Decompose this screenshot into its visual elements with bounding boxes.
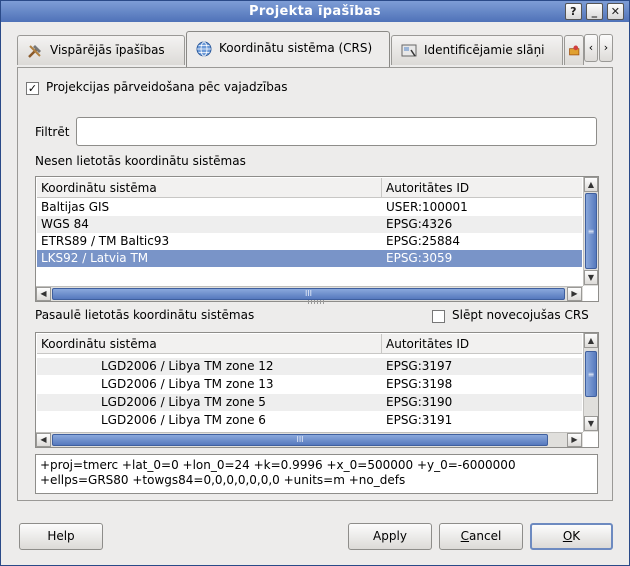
scroll-thumb[interactable]: ≡ bbox=[585, 351, 597, 397]
scroll-down-arrow[interactable]: ▼ bbox=[584, 416, 598, 431]
tab-identify-label: Identificējamie slāņi bbox=[424, 43, 545, 57]
hide-deprecated-checkbox[interactable] bbox=[432, 310, 445, 323]
project-properties-window: Projekta īpašības ? _ ✕ Vispārējās īpašī… bbox=[0, 0, 630, 566]
proj-string-line1: +proj=tmerc +lat_0=0 +lon_0=24 +k=0.9996… bbox=[40, 458, 516, 472]
column-header-authority-id[interactable]: Autoritātes ID bbox=[382, 334, 582, 354]
tab-scroll-left-button[interactable]: ‹ bbox=[584, 34, 598, 62]
ok-button[interactable]: OK bbox=[530, 523, 613, 550]
hide-deprecated-label: Slēpt novecojušas CRS bbox=[452, 308, 589, 322]
scroll-right-arrow[interactable]: ▶ bbox=[567, 287, 582, 301]
world-vertical-scrollbar[interactable]: ▲ ≡ ▼ bbox=[583, 333, 598, 432]
help-button[interactable]: Help bbox=[19, 523, 103, 550]
world-horizontal-scrollbar[interactable]: ◀ III ▶ bbox=[36, 432, 583, 447]
scroll-down-arrow[interactable]: ▼ bbox=[584, 270, 598, 285]
scroll-thumb-horizontal[interactable]: III bbox=[52, 434, 548, 446]
table-row[interactable]: ETRS89 / TM Baltic93 EPSG:25884 bbox=[37, 233, 582, 250]
column-header-authority-id[interactable]: Autoritātes ID bbox=[382, 178, 582, 198]
tab-crs-label: Koordinātu sistēma (CRS) bbox=[219, 41, 373, 55]
hammer-icon bbox=[28, 44, 41, 58]
proj-string-display: +proj=tmerc +lat_0=0 +lon_0=24 +k=0.9996… bbox=[35, 454, 598, 494]
splitter-handle[interactable] bbox=[308, 300, 324, 304]
world-crs-table: Koordinātu sistēma Autoritātes ID LGD200… bbox=[35, 332, 599, 448]
table-row[interactable]: LGD2006 / Libya TM zone 6 EPSG:3191 bbox=[37, 412, 582, 429]
on-the-fly-label: Projekcijas pārveidošana pēc vajadzības bbox=[46, 80, 288, 94]
recent-table-header: Koordinātu sistēma Autoritātes ID bbox=[37, 178, 582, 198]
scroll-up-arrow[interactable]: ▲ bbox=[584, 177, 598, 192]
layers-icon bbox=[569, 45, 580, 55]
world-crs-label: Pasaulē lietotās koordinātu sistēmas bbox=[35, 308, 255, 322]
cancel-button[interactable]: Cancel bbox=[439, 523, 523, 550]
title-bar[interactable]: Projekta īpašības ? _ ✕ bbox=[1, 1, 629, 22]
minimize-button[interactable]: _ bbox=[586, 3, 603, 20]
tab-next-partial[interactable] bbox=[564, 35, 584, 65]
recent-horizontal-scrollbar[interactable]: ◀ III ▶ bbox=[36, 286, 583, 301]
scroll-left-arrow[interactable]: ◀ bbox=[36, 433, 51, 447]
filter-input[interactable] bbox=[76, 117, 597, 146]
column-header-crs[interactable]: Koordinātu sistēma bbox=[37, 178, 382, 198]
column-header-crs[interactable]: Koordinātu sistēma bbox=[37, 334, 382, 354]
table-row[interactable]: LGD2006 / Libya TM zone 12 EPSG:3197 bbox=[37, 358, 582, 375]
table-row[interactable]: LGD2006 / Libya TM zone 13 EPSG:3198 bbox=[37, 376, 582, 393]
help-title-button[interactable]: ? bbox=[565, 3, 582, 20]
recent-vertical-scrollbar[interactable]: ▲ ≡ ▼ bbox=[583, 177, 598, 286]
scroll-thumb-horizontal[interactable]: III bbox=[52, 288, 565, 300]
filter-label: Filtrēt bbox=[35, 125, 70, 139]
tab-general[interactable]: Vispārējās īpašības bbox=[17, 35, 185, 65]
table-row[interactable]: LGD2006 / Libya TM zone 5 EPSG:3190 bbox=[37, 394, 582, 411]
world-table-header: Koordinātu sistēma Autoritātes ID bbox=[37, 334, 582, 354]
table-row[interactable]: WGS 84 EPSG:4326 bbox=[37, 216, 582, 233]
scroll-right-arrow[interactable]: ▶ bbox=[567, 433, 582, 447]
window-title: Projekta īpašības bbox=[249, 4, 381, 19]
table-row[interactable]: Baltijas GIS USER:100001 bbox=[37, 199, 582, 216]
scroll-thumb[interactable]: ≡ bbox=[585, 193, 597, 269]
globe-icon bbox=[196, 41, 212, 56]
recent-crs-table: Koordinātu sistēma Autoritātes ID Baltij… bbox=[35, 176, 599, 302]
tab-identify-layers[interactable]: Identificējamie slāņi bbox=[391, 35, 563, 65]
tab-bar: Vispārējās īpašības Koordinātu sistēma (… bbox=[17, 31, 613, 67]
scroll-left-arrow[interactable]: ◀ bbox=[36, 287, 51, 301]
tab-scroll-right-button[interactable]: › bbox=[599, 34, 613, 62]
identify-icon bbox=[401, 44, 417, 56]
scroll-up-arrow[interactable]: ▲ bbox=[584, 333, 598, 348]
crs-panel: ✓ Projekcijas pārveidošana pēc vajadzība… bbox=[17, 67, 613, 501]
tab-crs[interactable]: Koordinātu sistēma (CRS) bbox=[186, 31, 390, 67]
on-the-fly-checkbox[interactable]: ✓ bbox=[26, 82, 39, 95]
apply-button[interactable]: Apply bbox=[348, 523, 432, 550]
proj-string-line2: +ellps=GRS80 +towgs84=0,0,0,0,0,0,0 +uni… bbox=[40, 473, 406, 487]
recent-crs-label: Nesen lietotās koordinātu sistēmas bbox=[35, 154, 246, 168]
close-button[interactable]: ✕ bbox=[607, 3, 624, 20]
table-row-selected[interactable]: LKS92 / Latvia TM EPSG:3059 bbox=[37, 250, 582, 267]
tab-general-label: Vispārējās īpašības bbox=[50, 43, 165, 57]
